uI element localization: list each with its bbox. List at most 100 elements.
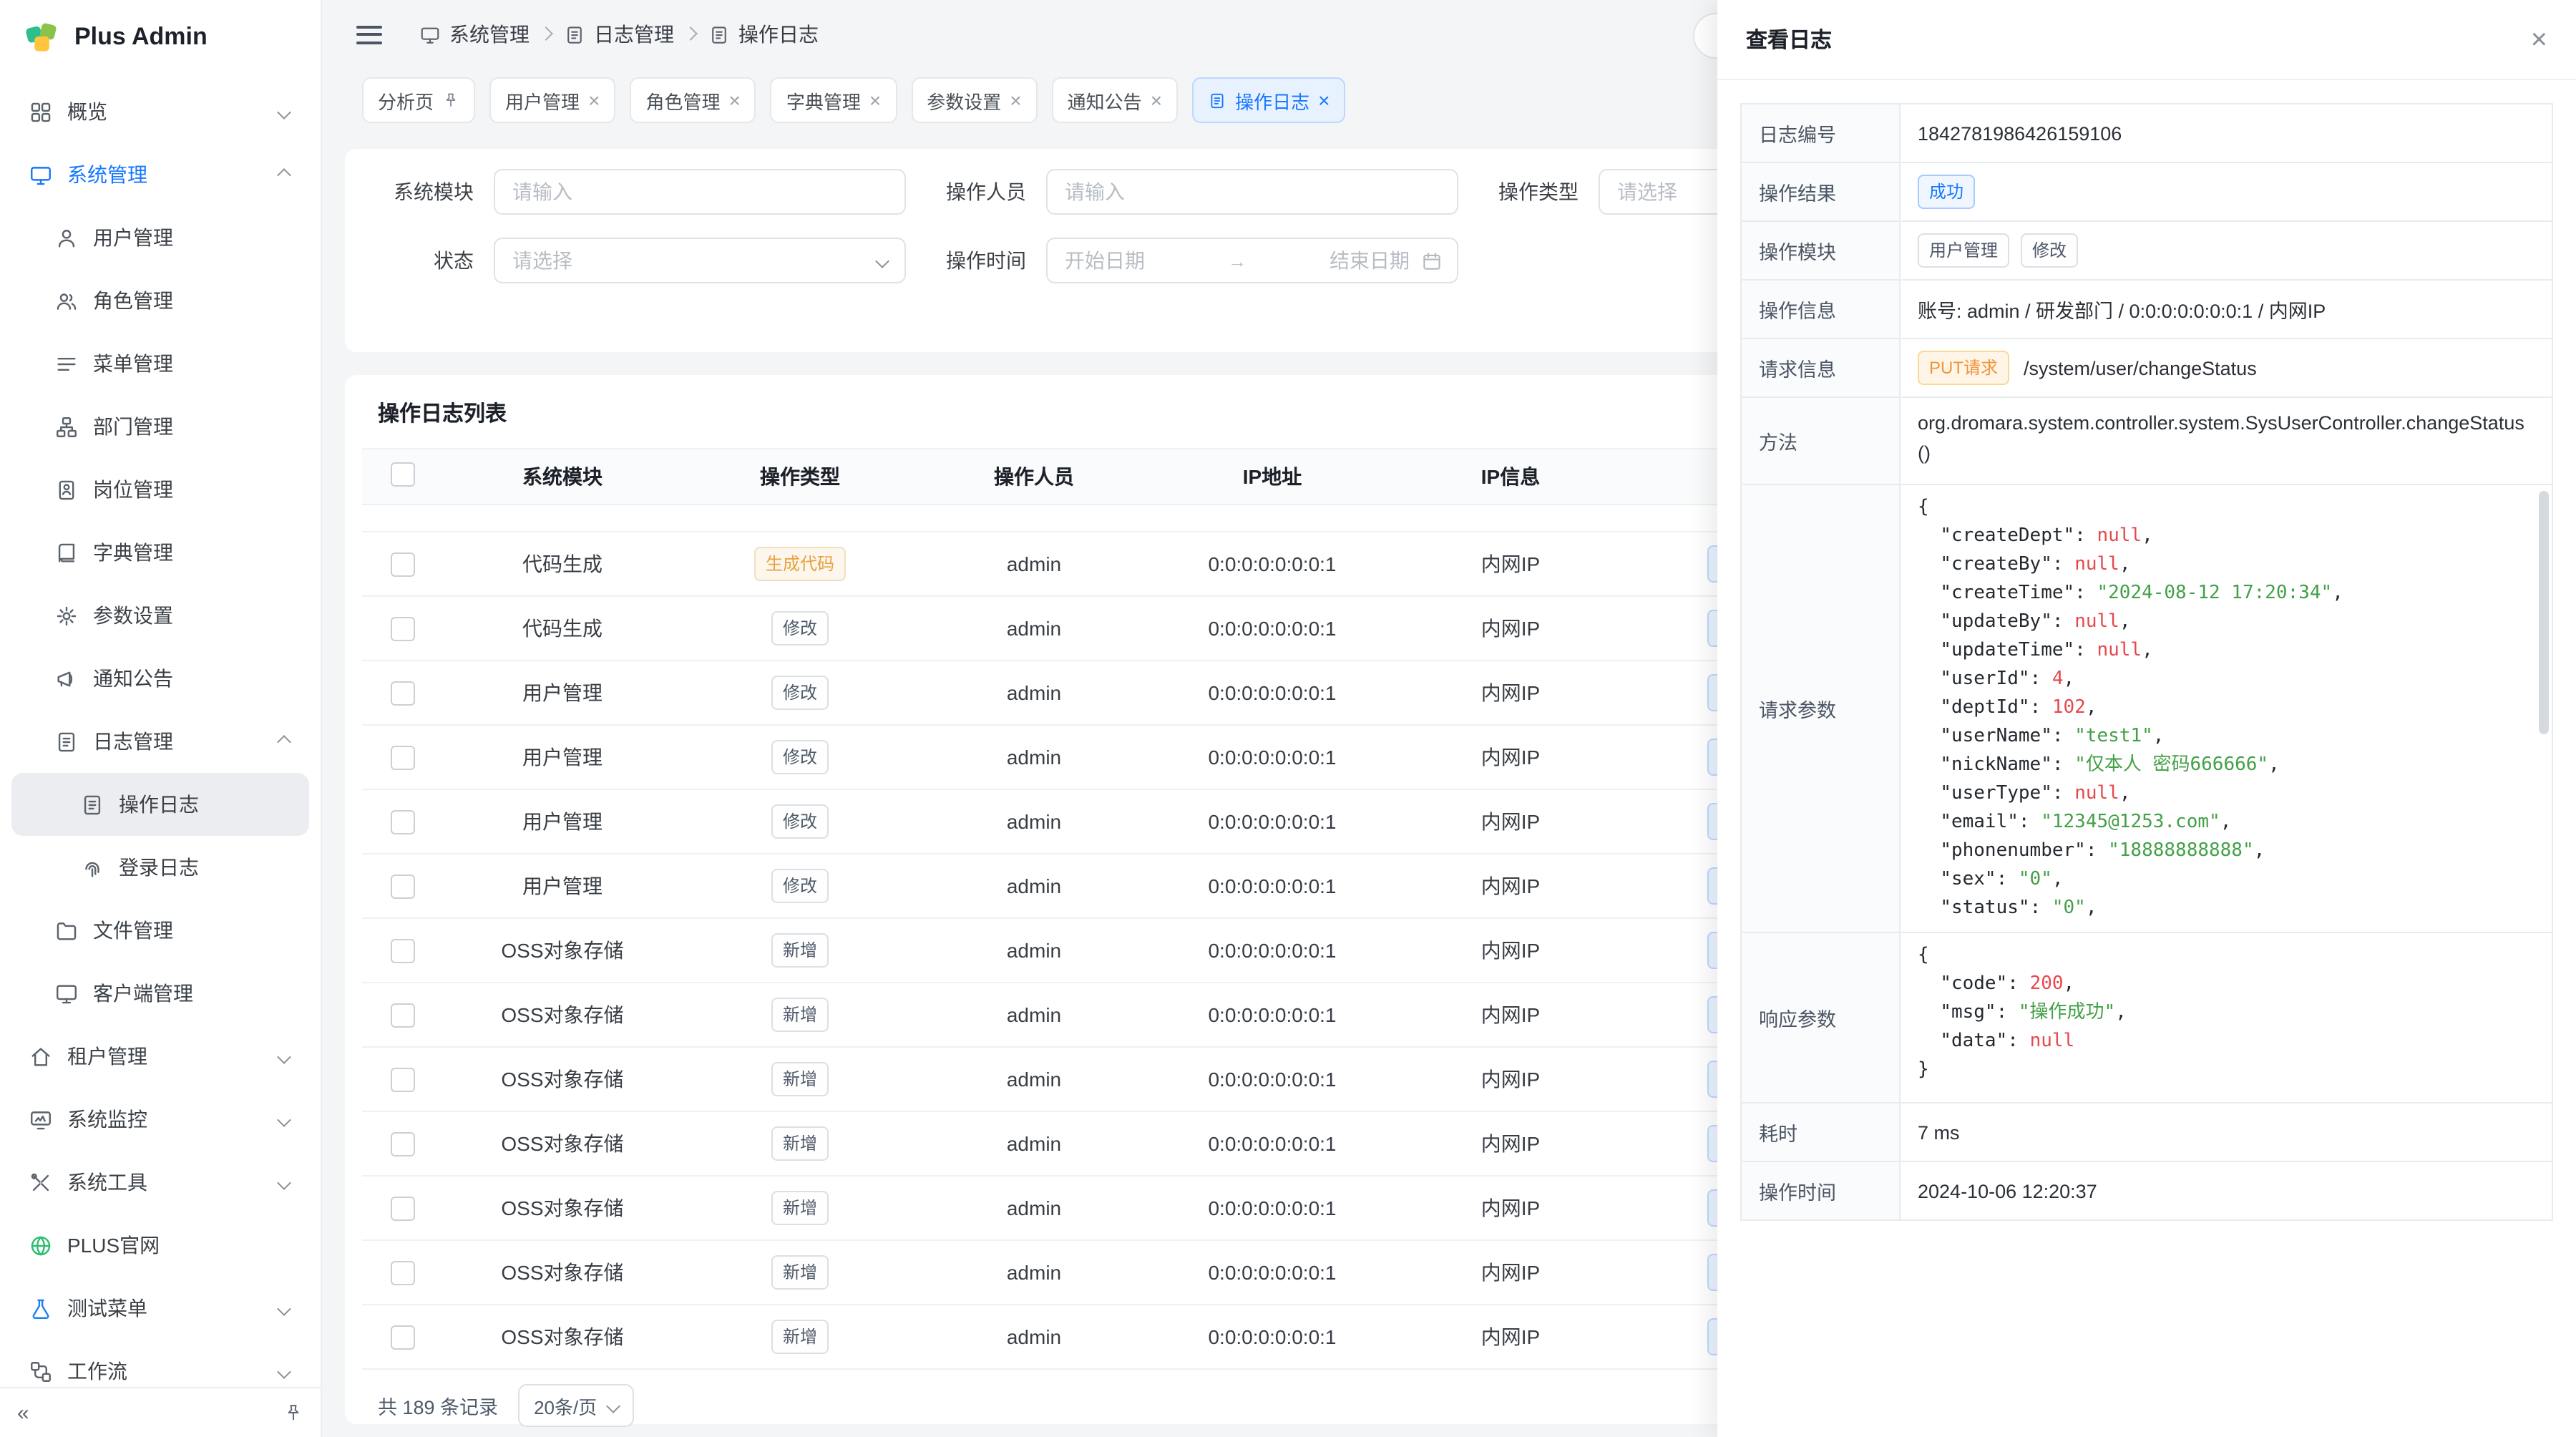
page-tab[interactable]: 操作日志 × bbox=[1192, 77, 1345, 123]
cell-ip-address: 0:0:0:0:0:0:0:1 bbox=[1149, 1068, 1395, 1091]
cell-system-module: 代码生成 bbox=[444, 614, 681, 643]
filter-label-system-module: 系统模块 bbox=[388, 177, 474, 206]
system-module-input[interactable] bbox=[494, 169, 906, 215]
scrollbar[interactable] bbox=[2539, 491, 2549, 926]
tab-close-icon[interactable]: × bbox=[1010, 90, 1021, 110]
sidebar-item[interactable]: 系统监控 bbox=[11, 1088, 309, 1151]
cell-ip-info: 内网IP bbox=[1395, 1065, 1626, 1093]
cell-ip-info: 内网IP bbox=[1395, 743, 1626, 771]
pin-sidebar-icon[interactable] bbox=[283, 1403, 303, 1423]
sidebar-item-label: 概览 bbox=[67, 97, 265, 126]
sidebar-item-label: 系统监控 bbox=[67, 1105, 265, 1134]
sidebar-item-icon bbox=[54, 918, 79, 942]
row-checkbox[interactable] bbox=[391, 552, 415, 576]
sidebar-item-icon bbox=[29, 1107, 53, 1131]
sidebar-item[interactable]: 工作流 bbox=[11, 1340, 309, 1387]
row-checkbox[interactable] bbox=[391, 616, 415, 640]
chevron-icon bbox=[277, 104, 291, 119]
sidebar-item[interactable]: 字典管理 bbox=[11, 521, 309, 584]
row-checkbox[interactable] bbox=[391, 1196, 415, 1220]
row-checkbox[interactable] bbox=[391, 809, 415, 834]
tab-close-icon[interactable]: × bbox=[728, 90, 740, 110]
sidebar-item[interactable]: 登录日志 bbox=[11, 836, 309, 899]
sidebar-item[interactable]: PLUS官网 bbox=[11, 1214, 309, 1277]
cell-system-module: OSS对象存储 bbox=[444, 1000, 681, 1029]
sidebar-item[interactable]: 部门管理 bbox=[11, 395, 309, 458]
sidebar-item-icon bbox=[54, 603, 79, 628]
sidebar-item[interactable]: 租户管理 bbox=[11, 1025, 309, 1088]
sidebar-item-icon bbox=[29, 1233, 53, 1257]
cell-ip-info: 内网IP bbox=[1395, 614, 1626, 643]
row-checkbox[interactable] bbox=[391, 874, 415, 898]
page-tab[interactable]: 用户管理 × bbox=[489, 77, 615, 123]
sidebar-item-label: 用户管理 bbox=[93, 223, 292, 252]
tab-close-icon[interactable]: × bbox=[869, 90, 881, 110]
cell-ip-address: 0:0:0:0:0:0:0:1 bbox=[1149, 617, 1395, 640]
operation-time-value: 2024-10-06 12:20:37 bbox=[1901, 1162, 2552, 1219]
page-size-select[interactable]: 20条/页 bbox=[518, 1384, 634, 1427]
sidebar-item[interactable]: 日志管理 bbox=[11, 710, 309, 773]
row-checkbox[interactable] bbox=[391, 938, 415, 963]
page-tab[interactable]: 分析页 × bbox=[362, 77, 475, 123]
row-checkbox[interactable] bbox=[391, 745, 415, 769]
row-checkbox[interactable] bbox=[391, 1325, 415, 1349]
sidebar-item[interactable]: 系统工具 bbox=[11, 1151, 309, 1214]
tab-label: 字典管理 bbox=[786, 87, 861, 114]
sidebar-item-icon bbox=[54, 477, 79, 502]
detail-row-request: 请求信息 PUT请求 /system/user/changeStatus bbox=[1742, 339, 2552, 398]
operation-time-range-picker[interactable]: 开始日期 → 结束日期 bbox=[1046, 238, 1458, 283]
sidebar-item-icon bbox=[80, 792, 104, 817]
page-tab[interactable]: 通知公告 × bbox=[1052, 77, 1178, 123]
chevron-icon bbox=[277, 1301, 291, 1315]
sidebar-item[interactable]: 测试菜单 bbox=[11, 1277, 309, 1340]
scrollbar-thumb[interactable] bbox=[2539, 491, 2549, 734]
sidebar-item[interactable]: 文件管理 bbox=[11, 899, 309, 962]
sidebar-item-label: 文件管理 bbox=[93, 916, 292, 945]
operation-type-tag: 新增 bbox=[771, 1062, 829, 1096]
detail-row-request-params: 请求参数 { "createDept": null, "createBy": n… bbox=[1742, 485, 2552, 933]
page-tab[interactable]: 字典管理 × bbox=[771, 77, 897, 123]
sidebar-item[interactable]: 通知公告 bbox=[11, 647, 309, 710]
row-checkbox[interactable] bbox=[391, 1260, 415, 1285]
sidebar-item[interactable]: 客户端管理 bbox=[11, 962, 309, 1025]
tab-close-icon[interactable]: × bbox=[1151, 90, 1162, 110]
detail-row-info: 操作信息 账号: admin / 研发部门 / 0:0:0:0:0:0:0:1 … bbox=[1742, 281, 2552, 339]
page-tab[interactable]: 参数设置 × bbox=[911, 77, 1037, 123]
status-select[interactable]: 请选择 bbox=[494, 238, 906, 283]
row-checkbox[interactable] bbox=[391, 1131, 415, 1156]
operator-input[interactable] bbox=[1046, 169, 1458, 215]
sidebar-item[interactable]: 用户管理 bbox=[11, 206, 309, 269]
row-checkbox[interactable] bbox=[391, 1067, 415, 1091]
tab-close-icon[interactable]: × bbox=[588, 90, 600, 110]
breadcrumb-item[interactable]: 系统管理 bbox=[419, 20, 530, 49]
breadcrumb-item-label: 日志管理 bbox=[594, 20, 674, 49]
sidebar-item-label: 通知公告 bbox=[93, 664, 292, 693]
sidebar-item-label: PLUS官网 bbox=[67, 1231, 292, 1260]
request-params-json[interactable]: { "createDept": null, "createBy": null, … bbox=[1918, 494, 2534, 923]
tab-close-icon[interactable]: × bbox=[1318, 90, 1330, 110]
filter-label-operation-type: 操作类型 bbox=[1493, 177, 1579, 206]
sidebar-item[interactable]: 岗位管理 bbox=[11, 458, 309, 521]
row-checkbox[interactable] bbox=[391, 1003, 415, 1027]
sidebar-item[interactable]: 菜单管理 bbox=[11, 332, 309, 395]
cell-ip-address: 0:0:0:0:0:0:0:1 bbox=[1149, 1261, 1395, 1284]
collapse-sidebar-icon[interactable]: « bbox=[17, 1402, 29, 1423]
menu-toggle-icon[interactable] bbox=[356, 25, 382, 44]
close-icon[interactable]: × bbox=[2531, 25, 2547, 54]
sidebar-footer: « bbox=[0, 1387, 321, 1437]
method-value: org.dromara.system.controller.system.Sys… bbox=[1901, 398, 2552, 484]
row-checkbox[interactable] bbox=[391, 681, 415, 705]
range-arrow: → bbox=[1156, 250, 1318, 271]
breadcrumb-item[interactable]: 日志管理 bbox=[564, 20, 674, 49]
select-all-checkbox[interactable] bbox=[391, 462, 415, 487]
sidebar-item[interactable]: 概览 bbox=[11, 80, 309, 143]
operation-type-tag: 生成代码 bbox=[754, 547, 846, 581]
sidebar-item[interactable]: 角色管理 bbox=[11, 269, 309, 332]
tab-label: 通知公告 bbox=[1068, 87, 1142, 114]
sidebar-item[interactable]: 参数设置 bbox=[11, 584, 309, 647]
sidebar-item[interactable]: 系统管理 bbox=[11, 143, 309, 206]
page-tab[interactable]: 角色管理 × bbox=[630, 77, 756, 123]
cell-system-module: OSS对象存储 bbox=[444, 1258, 681, 1287]
breadcrumb-item[interactable]: 操作日志 bbox=[708, 20, 819, 49]
sidebar-item[interactable]: 操作日志 bbox=[11, 773, 309, 836]
